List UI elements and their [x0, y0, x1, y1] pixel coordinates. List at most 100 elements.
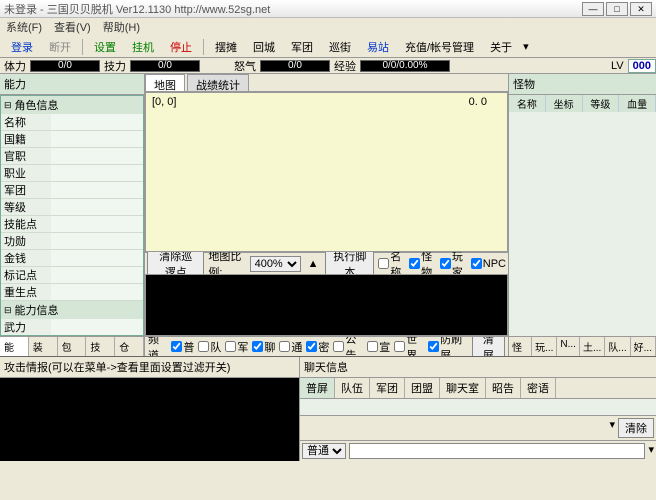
property-row: 官职 — [1, 148, 143, 165]
chan-gg[interactable]: 公告 — [333, 336, 363, 356]
left-tab[interactable]: 包裹 — [58, 337, 87, 356]
dropdown-arrow-icon[interactable]: ▾ — [609, 418, 615, 438]
left-panel: 能力 角色信息名称国籍官职职业军团等级技能点功勋金钱标记点重生点能力信息武力智力… — [0, 74, 145, 356]
group-header[interactable]: 角色信息 — [1, 96, 143, 114]
property-key: 功勋 — [1, 233, 51, 250]
right-tab[interactable]: 怪物 — [509, 337, 532, 356]
attack-log-header: 攻击情报(可以在菜单->查看里面设置过滤开关) — [0, 357, 299, 378]
login-button[interactable]: 登录 — [4, 36, 40, 58]
tili-bar: 0/0 — [30, 60, 100, 72]
property-grid[interactable]: 角色信息名称国籍官职职业军团等级技能点功勋金钱标记点重生点能力信息武力智力反应精… — [0, 95, 144, 336]
chan-tong[interactable]: 通 — [279, 339, 302, 355]
jili-label: 技力 — [100, 58, 130, 74]
tab-map[interactable]: 地图 — [145, 74, 185, 91]
left-tab[interactable]: 技能 — [86, 337, 115, 356]
clear-screen-button[interactable]: 清屏 — [472, 336, 505, 356]
map-area[interactable]: [0, 0] 0. 0 — [145, 92, 508, 252]
jili-bar: 0/0 — [130, 60, 200, 72]
send-arrow-icon[interactable]: ▾ — [648, 443, 654, 459]
right-tab[interactable]: N... — [557, 337, 580, 356]
property-key: 官职 — [1, 148, 51, 165]
hang-button[interactable]: 挂机 — [125, 36, 161, 58]
scale-select[interactable]: 400% — [250, 256, 301, 272]
patrol-button[interactable]: 巡街 — [322, 36, 358, 58]
chat-tab[interactable]: 队伍 — [335, 378, 370, 398]
right-tab[interactable]: 玩... — [532, 337, 557, 356]
property-value — [51, 250, 143, 267]
post-button[interactable]: 易站 — [360, 36, 396, 58]
chat-input[interactable] — [349, 443, 645, 459]
chat-header: 聊天信息 — [300, 357, 656, 378]
log-area[interactable] — [145, 274, 508, 336]
attack-log-body[interactable] — [0, 378, 299, 461]
disconnect-button[interactable]: 断开 — [42, 36, 78, 58]
center-panel: 地图 战绩统计 [0, 0] 0. 0 清除巡逻点 地图比例: 400% ▲ 执… — [145, 74, 508, 356]
chat-tab[interactable]: 普屏 — [300, 378, 335, 398]
menu-help[interactable]: 帮助(H) — [103, 19, 140, 35]
col-level[interactable]: 等级 — [583, 95, 620, 112]
property-row: 职业 — [1, 165, 143, 182]
chan-liao[interactable]: 聊 — [252, 339, 275, 355]
close-button[interactable]: ✕ — [630, 2, 652, 16]
toolbar: 登录 断开 设置 挂机 停止 摆摊 回城 军团 巡街 易站 充值/帐号管理 关于… — [0, 36, 656, 58]
chat-body[interactable] — [300, 399, 656, 415]
recharge-button[interactable]: 充值/帐号管理 — [398, 36, 481, 58]
chat-send-row: 普通 ▾ — [300, 440, 656, 461]
property-value — [51, 182, 143, 199]
right-tab[interactable]: 土... — [580, 337, 605, 356]
property-value — [51, 267, 143, 284]
property-key: 重生点 — [1, 284, 51, 301]
chat-tab[interactable]: 聊天室 — [440, 378, 486, 398]
stat-bar: 体力 0/0 技力 0/0 怒气 0/0 经验 0/0/0.00% LV 000 — [0, 58, 656, 74]
chan-dui[interactable]: 队 — [198, 339, 221, 355]
left-tab[interactable]: 能力 — [0, 337, 29, 356]
legion-button[interactable]: 军团 — [284, 36, 320, 58]
right-panel: 怪物 名称 坐标 等级 血量 怪物玩...N...土...队...好... — [508, 74, 656, 356]
chk-antispam[interactable]: 防刷屏 — [428, 336, 468, 356]
monster-table[interactable]: 名称 坐标 等级 血量 — [509, 95, 656, 336]
group-header[interactable]: 能力信息 — [1, 301, 143, 319]
left-tab[interactable]: 装备 — [29, 337, 58, 356]
chan-xuan[interactable]: 宣 — [367, 339, 390, 355]
property-value — [51, 165, 143, 182]
back-button[interactable]: 回城 — [246, 36, 282, 58]
chat-channel-select[interactable]: 普通 — [302, 443, 346, 459]
col-hp[interactable]: 血量 — [619, 95, 656, 112]
chk-npc[interactable]: NPC — [471, 258, 506, 270]
menu-view[interactable]: 查看(V) — [54, 19, 91, 35]
map-controls: 清除巡逻点 地图比例: 400% ▲ 执行脚本 名称 怪物 玩家 NPC — [145, 252, 508, 274]
chat-tab[interactable]: 团盟 — [405, 378, 440, 398]
chan-mi[interactable]: 密 — [306, 339, 329, 355]
chat-tab[interactable]: 军团 — [370, 378, 405, 398]
nuqi-label: 怒气 — [230, 58, 260, 74]
chat-tab[interactable]: 昭告 — [486, 378, 521, 398]
stall-button[interactable]: 摆摊 — [208, 36, 244, 58]
chan-jun[interactable]: 军 — [225, 339, 248, 355]
property-key: 金钱 — [1, 250, 51, 267]
menu-system[interactable]: 系统(F) — [6, 19, 42, 35]
right-tab[interactable]: 好... — [631, 337, 656, 356]
right-tab[interactable]: 队... — [605, 337, 630, 356]
property-row: 技能点 — [1, 216, 143, 233]
minimize-button[interactable]: — — [582, 2, 604, 16]
settings-button[interactable]: 设置 — [87, 36, 123, 58]
tab-stats[interactable]: 战绩统计 — [187, 74, 249, 91]
col-name[interactable]: 名称 — [509, 95, 546, 112]
chan-pu[interactable]: 普 — [171, 339, 194, 355]
stop-button[interactable]: 停止 — [163, 36, 199, 58]
col-coord[interactable]: 坐标 — [546, 95, 583, 112]
title-bar: 未登录 - 三国贝贝脱机 Ver12.1130 http://www.52sg.… — [0, 0, 656, 18]
maximize-button[interactable]: □ — [606, 2, 628, 16]
property-row: 武力 — [1, 319, 143, 336]
right-tabs: 怪物玩...N...土...队...好... — [509, 336, 656, 356]
chan-shi[interactable]: 世界 — [394, 336, 424, 356]
chat-clear-button[interactable]: 清除 — [618, 418, 654, 438]
chat-tab[interactable]: 密语 — [521, 378, 556, 398]
lv-value: 000 — [628, 59, 656, 73]
property-row: 国籍 — [1, 131, 143, 148]
property-value — [51, 233, 143, 250]
about-button[interactable]: 关于 — [483, 36, 519, 58]
left-tab[interactable]: 仓库 — [115, 337, 144, 356]
scale-up-icon[interactable]: ▲ — [305, 258, 322, 270]
property-key: 技能点 — [1, 216, 51, 233]
